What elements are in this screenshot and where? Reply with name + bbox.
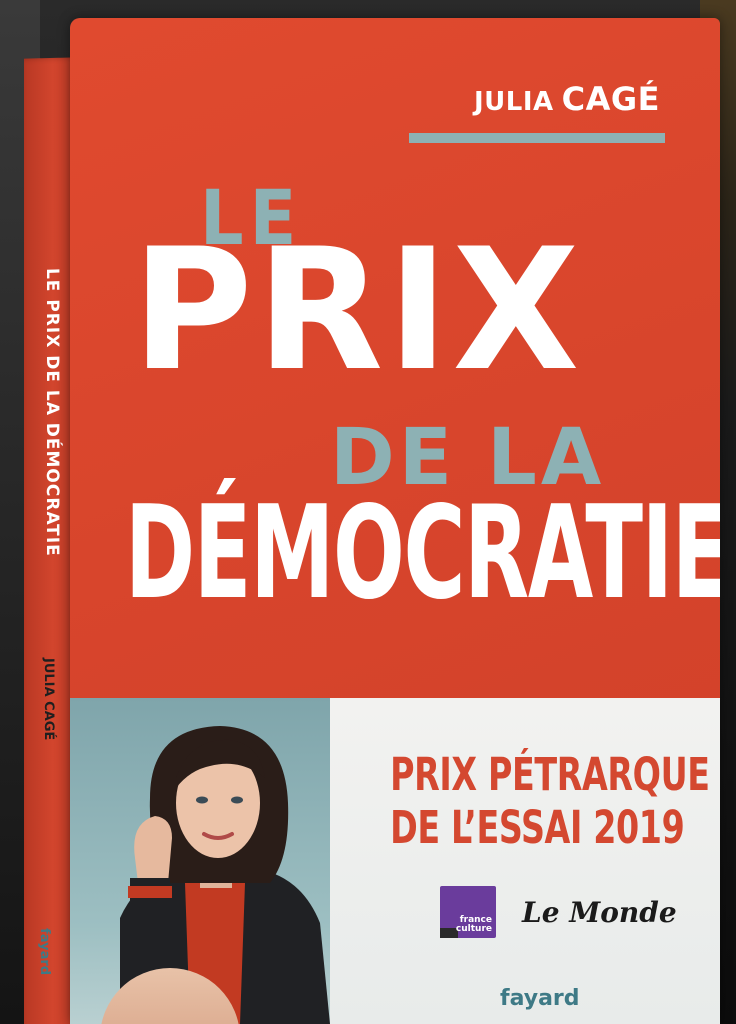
publisher-name: fayard bbox=[500, 986, 580, 1011]
le-monde-logo: Le Monde bbox=[522, 896, 677, 929]
prize-line-2: DE L’ESSAI 2019 bbox=[390, 801, 685, 855]
author-name: JULIA CAGÉ bbox=[474, 80, 660, 118]
book-spine: LE PRIX DE LA DÉMOCRATIE JULIA CAGÉ faya… bbox=[24, 57, 76, 1024]
title-prix: PRIX bbox=[132, 212, 584, 408]
france-culture-logo: france culture bbox=[440, 886, 496, 938]
author-first-name: JULIA bbox=[473, 87, 554, 117]
book: LE PRIX DE LA DÉMOCRATIE JULIA CAGÉ faya… bbox=[24, 18, 724, 1024]
spine-author: JULIA CAGÉ bbox=[41, 657, 56, 741]
author-last-name: CAGÉ bbox=[561, 80, 660, 118]
book-cover: JULIA CAGÉ LE PRIX DE LA DÉMOCRATIE PRIX… bbox=[70, 18, 720, 1024]
prize-text: PRIX PÉTRARQUE DE L’ESSAI 2019 bbox=[390, 748, 710, 855]
spine-title: LE PRIX DE LA DÉMOCRATIE bbox=[42, 267, 62, 558]
title-democratie: DÉMOCRATIE bbox=[125, 479, 720, 628]
france-culture-label: france culture bbox=[455, 915, 492, 934]
author-underline bbox=[409, 133, 665, 143]
author-portrait bbox=[120, 726, 330, 1024]
photo-scene: LE PRIX DE LA DÉMOCRATIE JULIA CAGÉ faya… bbox=[0, 0, 736, 1024]
spine-publisher: fayard bbox=[37, 927, 52, 976]
prize-line-1: PRIX PÉTRARQUE bbox=[390, 748, 710, 801]
